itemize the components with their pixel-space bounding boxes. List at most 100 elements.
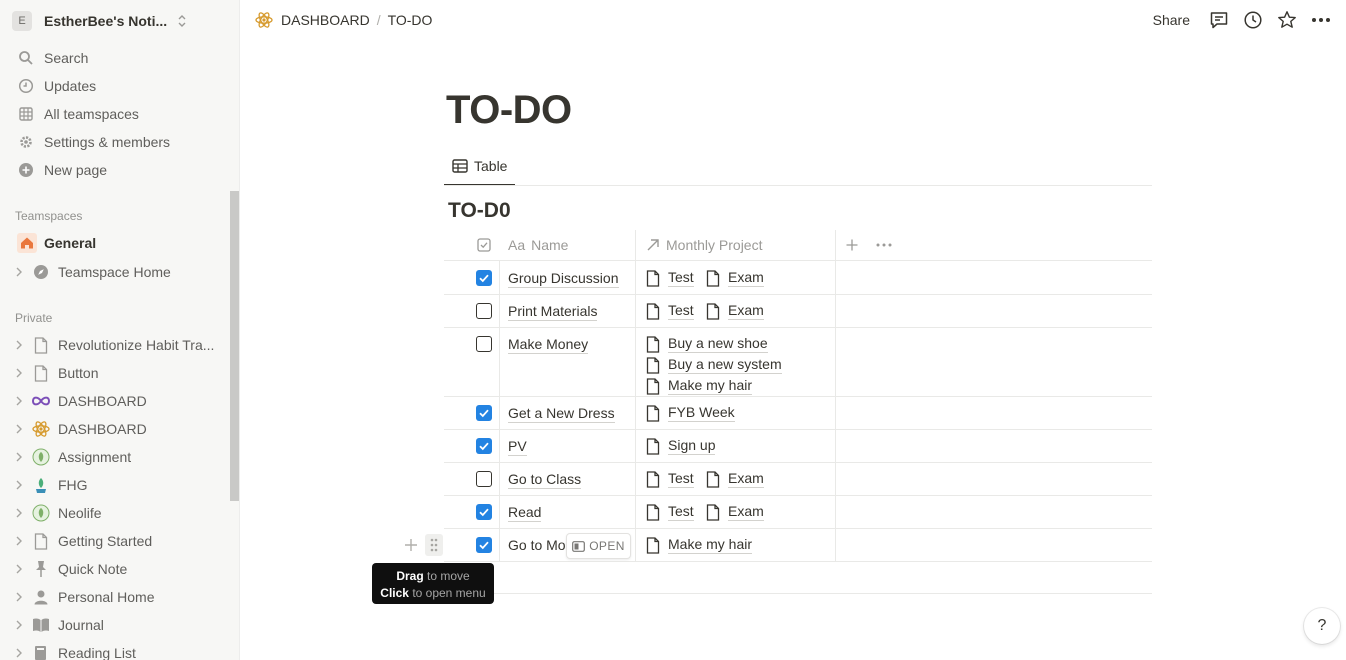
relation-chip[interactable]: FYB Week xyxy=(646,404,735,422)
relation-label: Test xyxy=(668,470,694,488)
row-name[interactable]: Get a New Dress xyxy=(508,405,615,423)
chevron-right-icon[interactable] xyxy=(12,452,26,462)
sidebar-item-personal-home[interactable]: Personal Home xyxy=(8,583,230,611)
sidebar-updates[interactable]: Updates xyxy=(8,72,230,100)
row-name[interactable]: Go to Class xyxy=(508,471,582,489)
sidebar-all-teamspaces[interactable]: All teamspaces xyxy=(8,100,230,128)
row-name[interactable]: Group Discussion xyxy=(508,270,619,288)
sidebar-item-habit-tracker[interactable]: Revolutionize Habit Tra... xyxy=(8,331,230,359)
chevron-right-icon[interactable] xyxy=(12,368,26,378)
relation-chip[interactable]: Test xyxy=(646,503,694,521)
relation-chip[interactable]: Test xyxy=(646,269,694,287)
tab-table-view[interactable]: Table xyxy=(444,153,515,186)
row-checkbox[interactable] xyxy=(476,303,492,319)
chevron-right-icon[interactable] xyxy=(12,564,26,574)
database-title[interactable]: TO-D0 xyxy=(448,199,511,223)
add-property-button[interactable] xyxy=(845,230,859,260)
sidebar-item-dashboard-2[interactable]: DASHBOARD xyxy=(8,415,230,443)
sidebar-item-quick-note[interactable]: Quick Note xyxy=(8,555,230,583)
more-icon[interactable] xyxy=(1304,8,1338,32)
relation-chip[interactable]: Test xyxy=(646,470,694,488)
chevron-right-icon[interactable] xyxy=(12,424,26,434)
sidebar-item-journal[interactable]: Journal xyxy=(8,611,230,639)
workspace-switcher[interactable]: E EstherBee's Noti... xyxy=(12,8,228,34)
chevron-right-icon[interactable] xyxy=(12,648,26,658)
relation-chip[interactable]: Make my hair xyxy=(646,536,753,554)
drag-handle-icon[interactable] xyxy=(425,534,443,556)
sidebar-item-label: New page xyxy=(44,162,108,178)
relation-chip[interactable]: Exam xyxy=(706,269,764,287)
sidebar-new-page[interactable]: New page xyxy=(8,156,230,184)
sidebar-item-teamspace-home[interactable]: Teamspace Home xyxy=(8,258,230,286)
relation-chip[interactable]: Buy a new shoe xyxy=(646,335,768,353)
share-button[interactable]: Share xyxy=(1153,12,1190,28)
relation-chip[interactable]: Test xyxy=(646,302,694,320)
view-options-button[interactable] xyxy=(876,230,892,260)
sidebar-item-assignment[interactable]: Assignment xyxy=(8,443,230,471)
sidebar-item-button[interactable]: Button xyxy=(8,359,230,387)
sidebar-item-label: Search xyxy=(44,50,89,66)
relation-label: Sign up xyxy=(668,437,716,455)
row-name[interactable]: Go to Mo xyxy=(508,537,566,554)
column-header-name[interactable]: Aa Name xyxy=(508,230,568,260)
relation-chip[interactable]: Exam xyxy=(706,302,764,320)
comments-icon[interactable] xyxy=(1202,8,1236,32)
row-checkbox[interactable] xyxy=(476,537,492,553)
row-name[interactable]: Read xyxy=(508,504,542,522)
tooltip-drag-text: to move xyxy=(427,569,470,583)
chevron-right-icon[interactable] xyxy=(12,267,26,277)
row-name[interactable]: Print Materials xyxy=(508,303,598,321)
sidebar-item-dashboard-1[interactable]: DASHBOARD xyxy=(8,387,230,415)
page-title[interactable]: TO-DO xyxy=(446,88,572,133)
row-checkbox[interactable] xyxy=(476,336,492,352)
relation-label: Exam xyxy=(728,503,764,521)
open-page-button[interactable]: OPEN xyxy=(566,533,631,559)
row-name[interactable]: PV xyxy=(508,438,527,456)
chevron-right-icon[interactable] xyxy=(12,620,26,630)
add-row-plus-icon[interactable] xyxy=(403,537,419,553)
chevron-right-icon[interactable] xyxy=(12,396,26,406)
row-name[interactable]: Make Money xyxy=(508,336,589,354)
relation-chip[interactable]: Sign up xyxy=(646,437,716,455)
star-icon[interactable] xyxy=(1270,8,1304,32)
tooltip-drag-key: Drag xyxy=(396,569,424,583)
row-checkbox[interactable] xyxy=(476,270,492,286)
breadcrumb-parent[interactable]: DASHBOARD xyxy=(281,12,370,28)
sidebar-scrollbar[interactable] xyxy=(230,191,239,501)
sidebar-item-fhg[interactable]: FHG xyxy=(8,471,230,499)
gear-icon xyxy=(16,132,36,152)
atom-icon xyxy=(30,419,52,439)
relation-chip[interactable]: Make my hair xyxy=(646,377,753,395)
sidebar-item-getting-started[interactable]: Getting Started xyxy=(8,527,230,555)
relation-label: Test xyxy=(668,302,694,320)
relation-label: Make my hair xyxy=(668,377,753,395)
sidebar-item-reading-list[interactable]: Reading List xyxy=(8,639,230,660)
relation-chip[interactable]: Buy a new system xyxy=(646,356,782,374)
clock-icon xyxy=(16,76,36,96)
table-divider xyxy=(444,327,1152,328)
sidebar-settings[interactable]: Settings & members xyxy=(8,128,230,156)
column-header-monthly-project[interactable]: Monthly Project xyxy=(646,230,762,260)
chevron-right-icon[interactable] xyxy=(12,536,26,546)
breadcrumb: DASHBOARD / TO-DO xyxy=(255,10,432,30)
row-checkbox[interactable] xyxy=(476,405,492,421)
chevron-right-icon[interactable] xyxy=(12,592,26,602)
row-checkbox[interactable] xyxy=(476,504,492,520)
row-checkbox[interactable] xyxy=(476,471,492,487)
history-icon[interactable] xyxy=(1236,8,1270,32)
sidebar-item-neolife[interactable]: Neolife xyxy=(8,499,230,527)
sidebar-search[interactable]: Search xyxy=(8,44,230,72)
column-header-checkbox[interactable] xyxy=(477,230,491,260)
relation-chip[interactable]: Exam xyxy=(706,470,764,488)
chevron-right-icon[interactable] xyxy=(12,480,26,490)
page-icon xyxy=(646,470,660,488)
breadcrumb-current[interactable]: TO-DO xyxy=(388,12,433,28)
relation-chip[interactable]: Exam xyxy=(706,503,764,521)
relation-label: Exam xyxy=(728,302,764,320)
table-divider xyxy=(444,260,1152,261)
chevron-right-icon[interactable] xyxy=(12,340,26,350)
sidebar-item-general[interactable]: General xyxy=(8,229,230,257)
row-checkbox[interactable] xyxy=(476,438,492,454)
help-button[interactable]: ? xyxy=(1304,608,1340,644)
chevron-right-icon[interactable] xyxy=(12,508,26,518)
